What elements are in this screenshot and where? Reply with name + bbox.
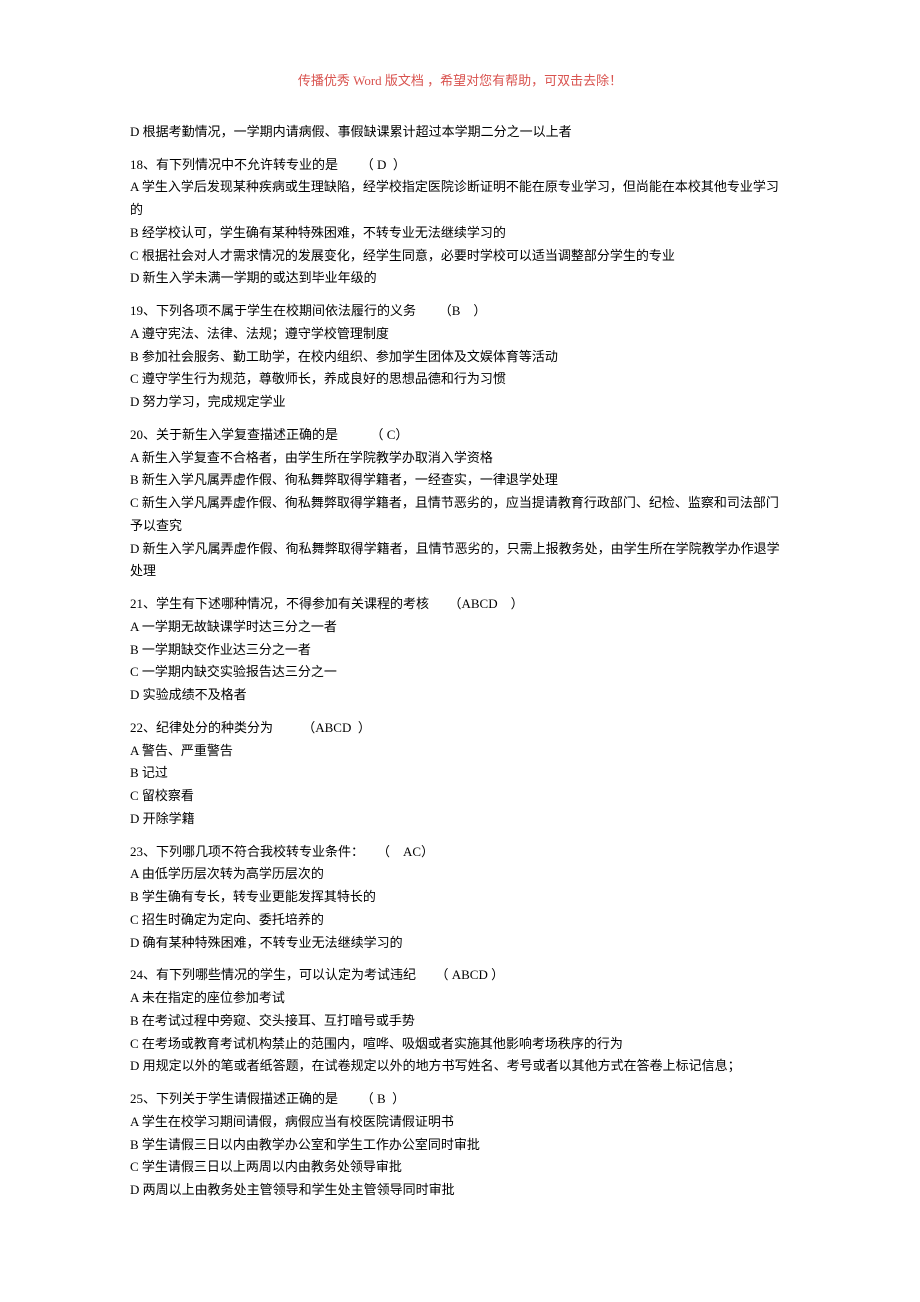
text-line: D 用规定以外的笔或者纸答题，在试卷规定以外的地方书写姓名、考号或者以其他方式在…: [130, 1055, 790, 1078]
text-line: C 学生请假三日以上两周以内由教务处领导审批: [130, 1156, 790, 1179]
text-line: D 努力学习，完成规定学业: [130, 391, 790, 414]
text-line: A 由低学历层次转为高学历层次的: [130, 863, 790, 886]
text-line: C 在考场或教育考试机构禁止的范围内，喧哗、吸烟或者实施其他影响考场秩序的行为: [130, 1033, 790, 1056]
text-line: C 新生入学凡属弄虚作假、徇私舞弊取得学籍者，且情节恶劣的，应当提请教育行政部门…: [130, 492, 790, 538]
text-line: D 根据考勤情况，一学期内请病假、事假缺课累计超过本学期二分之一以上者: [130, 121, 790, 144]
text-line: [130, 144, 790, 154]
text-line: B 学生确有专长，转专业更能发挥其特长的: [130, 886, 790, 909]
text-line: B 在考试过程中旁窥、交头接耳、互打暗号或手势: [130, 1010, 790, 1033]
text-line: 24、有下列哪些情况的学生，可以认定为考试违纪 （ ABCD ）: [130, 964, 790, 987]
text-line: A 遵守宪法、法律、法规；遵守学校管理制度: [130, 323, 790, 346]
text-line: C 留校察看: [130, 785, 790, 808]
text-line: [130, 583, 790, 593]
text-line: 21、学生有下述哪种情况，不得参加有关课程的考核 （ABCD ）: [130, 593, 790, 616]
text-line: B 新生入学凡属弄虚作假、徇私舞弊取得学籍者，一经查实，一律退学处理: [130, 469, 790, 492]
header-note: 传播优秀 Word 版文档 ，希望对您有帮助，可双击去除！: [130, 70, 790, 93]
text-line: D 新生入学凡属弄虚作假、徇私舞弊取得学籍者，且情节恶劣的，只需上报教务处，由学…: [130, 538, 790, 584]
text-line: A 学生在校学习期间请假，病假应当有校医院请假证明书: [130, 1111, 790, 1134]
text-line: 19、下列各项不属于学生在校期间依法履行的义务 （B ）: [130, 300, 790, 323]
text-line: B 记过: [130, 762, 790, 785]
text-line: [130, 707, 790, 717]
text-line: 20、关于新生入学复查描述正确的是 （ C）: [130, 424, 790, 447]
text-line: A 学生入学后发现某种疾病或生理缺陷，经学校指定医院诊断证明不能在原专业学习，但…: [130, 176, 790, 222]
text-line: [130, 414, 790, 424]
text-line: [130, 954, 790, 964]
text-line: B 一学期缺交作业达三分之一者: [130, 639, 790, 662]
text-line: [130, 1078, 790, 1088]
text-line: 23、下列哪几项不符合我校转专业条件： （ AC）: [130, 841, 790, 864]
text-line: C 一学期内缺交实验报告达三分之一: [130, 661, 790, 684]
text-line: 25、下列关于学生请假描述正确的是 （ B ）: [130, 1088, 790, 1111]
text-line: A 一学期无故缺课学时达三分之一者: [130, 616, 790, 639]
text-line: [130, 831, 790, 841]
text-line: B 经学校认可，学生确有某种特殊困难，不转专业无法继续学习的: [130, 222, 790, 245]
text-line: C 招生时确定为定向、委托培养的: [130, 909, 790, 932]
text-line: 22、纪律处分的种类分为 （ABCD ）: [130, 717, 790, 740]
document-content: D 根据考勤情况，一学期内请病假、事假缺课累计超过本学期二分之一以上者 18、有下…: [130, 121, 790, 1202]
text-line: C 根据社会对人才需求情况的发展变化，经学生同意，必要时学校可以适当调整部分学生…: [130, 245, 790, 268]
text-line: C 遵守学生行为规范，尊敬师长，养成良好的思想品德和行为习惯: [130, 368, 790, 391]
text-line: 18、有下列情况中不允许转专业的是 （ D ）: [130, 154, 790, 177]
text-line: D 确有某种特殊困难，不转专业无法继续学习的: [130, 932, 790, 955]
text-line: D 两周以上由教务处主管领导和学生处主管领导同时审批: [130, 1179, 790, 1202]
text-line: A 警告、严重警告: [130, 740, 790, 763]
text-line: B 参加社会服务、勤工助学，在校内组织、参加学生团体及文娱体育等活动: [130, 346, 790, 369]
document-page: 传播优秀 Word 版文档 ，希望对您有帮助，可双击去除！ D 根据考勤情况，一…: [0, 0, 920, 1262]
text-line: D 实验成绩不及格者: [130, 684, 790, 707]
text-line: D 开除学籍: [130, 808, 790, 831]
text-line: D 新生入学未满一学期的或达到毕业年级的: [130, 267, 790, 290]
text-line: A 未在指定的座位参加考试: [130, 987, 790, 1010]
text-line: A 新生入学复查不合格者，由学生所在学院教学办取消入学资格: [130, 447, 790, 470]
text-line: [130, 290, 790, 300]
text-line: B 学生请假三日以内由教学办公室和学生工作办公室同时审批: [130, 1134, 790, 1157]
